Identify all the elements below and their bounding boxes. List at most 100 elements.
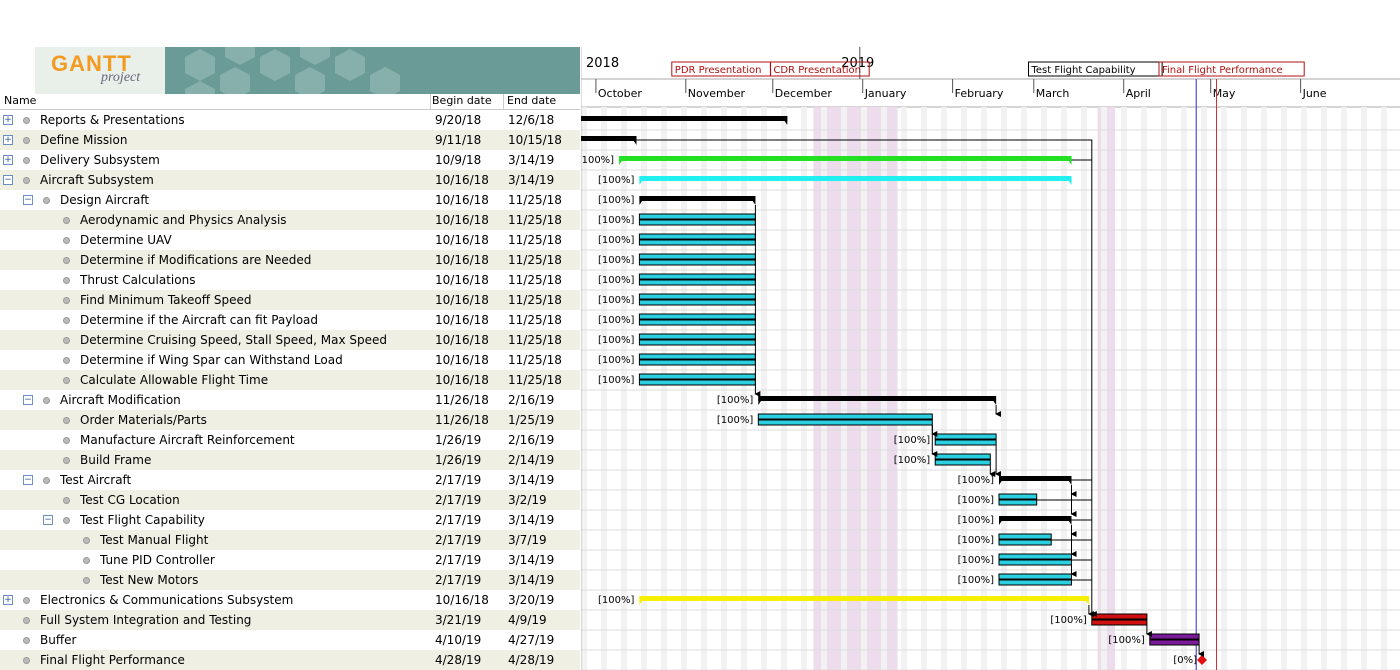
weekend-stripe: [1301, 107, 1307, 670]
task-row[interactable]: + Electronics & Communications Subsystem 1…: [0, 590, 580, 610]
task-row[interactable]: Determine UAV 10/16/18 11/25/18: [0, 230, 580, 250]
task-begin-date: 9/11/18: [435, 133, 482, 147]
summary-bar: [619, 156, 1072, 161]
task-begin-date: 10/16/18: [435, 173, 489, 187]
collapse-icon[interactable]: −: [23, 475, 33, 485]
task-row[interactable]: Build Frame 1/26/19 2/14/19: [0, 450, 580, 470]
task-bullet-icon: [63, 377, 70, 384]
task-begin-date: 10/16/18: [435, 273, 489, 287]
task-row[interactable]: Determine if Wing Spar can Withstand Loa…: [0, 350, 580, 370]
weekend-stripe: [1221, 107, 1227, 670]
task-begin-date: 1/26/19: [435, 433, 482, 447]
weekend-stripe: [1261, 107, 1267, 670]
task-row[interactable]: Test Manual Flight 2/17/19 3/7/19: [0, 530, 580, 550]
task-row[interactable]: − Aircraft Subsystem 10/16/18 3/14/19: [0, 170, 580, 190]
task-row[interactable]: + Delivery Subsystem 10/9/18 3/14/19: [0, 150, 580, 170]
task-begin-date: 11/26/18: [435, 393, 489, 407]
task-bullet-icon: [43, 397, 50, 404]
weekend-stripe: [821, 107, 827, 670]
percent-complete-label: [100%]: [958, 475, 994, 486]
task-row[interactable]: Test CG Location 2/17/19 3/2/19: [0, 490, 580, 510]
task-row[interactable]: − Test Aircraft 2/17/19 3/14/19: [0, 470, 580, 490]
collapse-icon[interactable]: −: [23, 195, 33, 205]
percent-complete-label: [100%]: [598, 295, 634, 306]
task-row[interactable]: − Aircraft Modification 11/26/18 2/16/19: [0, 390, 580, 410]
column-divider: [430, 94, 431, 110]
task-end-date: 11/25/18: [508, 213, 562, 227]
task-end-date: 3/7/19: [508, 533, 547, 547]
percent-complete-label: [100%]: [717, 395, 753, 406]
collapse-icon[interactable]: −: [3, 175, 13, 185]
task-begin-date: 2/17/19: [435, 473, 482, 487]
task-row[interactable]: + Define Mission 9/11/18 10/15/18: [0, 130, 580, 150]
task-row[interactable]: Aerodynamic and Physics Analysis 10/16/18…: [0, 210, 580, 230]
task-end-date: 3/14/19: [508, 553, 555, 567]
percent-complete-label: 100%]: [582, 155, 615, 166]
task-begin-date: 10/16/18: [435, 593, 489, 607]
collapse-icon[interactable]: −: [23, 395, 33, 405]
column-header-begin-date[interactable]: Begin date: [432, 94, 492, 110]
task-begin-date: 4/10/19: [435, 633, 482, 647]
weekend-stripe: [601, 107, 607, 670]
percent-complete-label: [100%]: [958, 575, 994, 586]
expand-icon[interactable]: +: [3, 155, 13, 165]
milestone-label: Test Flight Capability: [1031, 65, 1136, 76]
task-row[interactable]: Final Flight Performance 4/28/19 4/28/19: [0, 650, 580, 670]
task-row[interactable]: Full System Integration and Testing 3/21/…: [0, 610, 580, 630]
task-row[interactable]: + Reports & Presentations 9/20/18 12/6/18: [0, 110, 580, 130]
month-label: December: [775, 87, 833, 100]
percent-complete-label: [100%]: [894, 435, 930, 446]
task-bullet-icon: [23, 137, 30, 144]
weekend-stripe: [661, 107, 667, 670]
column-header-end-date[interactable]: End date: [507, 94, 556, 110]
gantt-chart-canvas[interactable]: 2018 2019October November December January Fe…: [581, 47, 1400, 670]
percent-complete-label: [0%]: [1173, 655, 1197, 666]
expand-icon[interactable]: +: [3, 595, 13, 605]
task-row[interactable]: Manufacture Aircraft Reinforcement 1/26/1…: [0, 430, 580, 450]
task-row[interactable]: Calculate Allowable Flight Time 10/16/18 1…: [0, 370, 580, 390]
task-begin-date: 2/17/19: [435, 573, 482, 587]
month-label: October: [598, 87, 642, 100]
task-row[interactable]: − Design Aircraft 10/16/18 11/25/18: [0, 190, 580, 210]
percent-complete-label: [100%]: [598, 235, 634, 246]
task-row[interactable]: Determine Cruising Speed, Stall Speed, M…: [0, 330, 580, 350]
task-end-date: 2/16/19: [508, 433, 555, 447]
expand-icon[interactable]: +: [3, 135, 13, 145]
gantt-chart[interactable]: 2018 2019 October November December January Fe…: [581, 47, 1400, 670]
collapse-icon[interactable]: −: [43, 515, 53, 525]
task-begin-date: 10/16/18: [435, 233, 489, 247]
task-name: Test Aircraft: [60, 473, 132, 487]
task-begin-date: 2/17/19: [435, 513, 482, 527]
task-row[interactable]: − Test Flight Capability 2/17/19 3/14/19: [0, 510, 580, 530]
task-row[interactable]: Test New Motors 2/17/19 3/14/19: [0, 570, 580, 590]
expand-icon[interactable]: +: [3, 115, 13, 125]
percent-complete-label: [100%]: [1108, 635, 1144, 646]
weekend-stripe: [701, 107, 707, 670]
task-end-date: 10/15/18: [508, 133, 562, 147]
task-bullet-icon: [23, 597, 30, 604]
weekend-stripe: [781, 107, 787, 670]
task-end-date: 1/25/19: [508, 413, 555, 427]
summary-bar: [581, 136, 637, 141]
weekend-stripe: [1381, 107, 1387, 670]
task-row[interactable]: Order Materials/Parts 11/26/18 1/25/19: [0, 410, 580, 430]
task-begin-date: 10/16/18: [435, 353, 489, 367]
task-begin-date: 2/17/19: [435, 533, 482, 547]
column-header-name[interactable]: Name: [4, 94, 36, 110]
summary-bar: [758, 396, 997, 401]
task-row[interactable]: Find Minimum Takeoff Speed 10/16/18 11/25/…: [0, 290, 580, 310]
weekend-stripe: [1181, 107, 1187, 670]
task-row[interactable]: Buffer 4/10/19 4/27/19: [0, 630, 580, 650]
summary-bar: [639, 196, 756, 201]
task-begin-date: 10/16/18: [435, 333, 489, 347]
task-name: Determine if the Aircraft can fit Payloa…: [80, 313, 319, 327]
percent-complete-label: [100%]: [598, 195, 634, 206]
task-bullet-icon: [63, 517, 70, 524]
percent-complete-label: [100%]: [598, 375, 634, 386]
task-row[interactable]: Thrust Calculations 10/16/18 11/25/18: [0, 270, 580, 290]
task-row[interactable]: Determine if Modifications are Needed 10/…: [0, 250, 580, 270]
task-row[interactable]: Tune PID Controller 2/17/19 3/14/19: [0, 550, 580, 570]
month-label: June: [1302, 87, 1327, 100]
task-row[interactable]: Determine if the Aircraft can fit Payloa…: [0, 310, 580, 330]
task-bullet-icon: [23, 617, 30, 624]
